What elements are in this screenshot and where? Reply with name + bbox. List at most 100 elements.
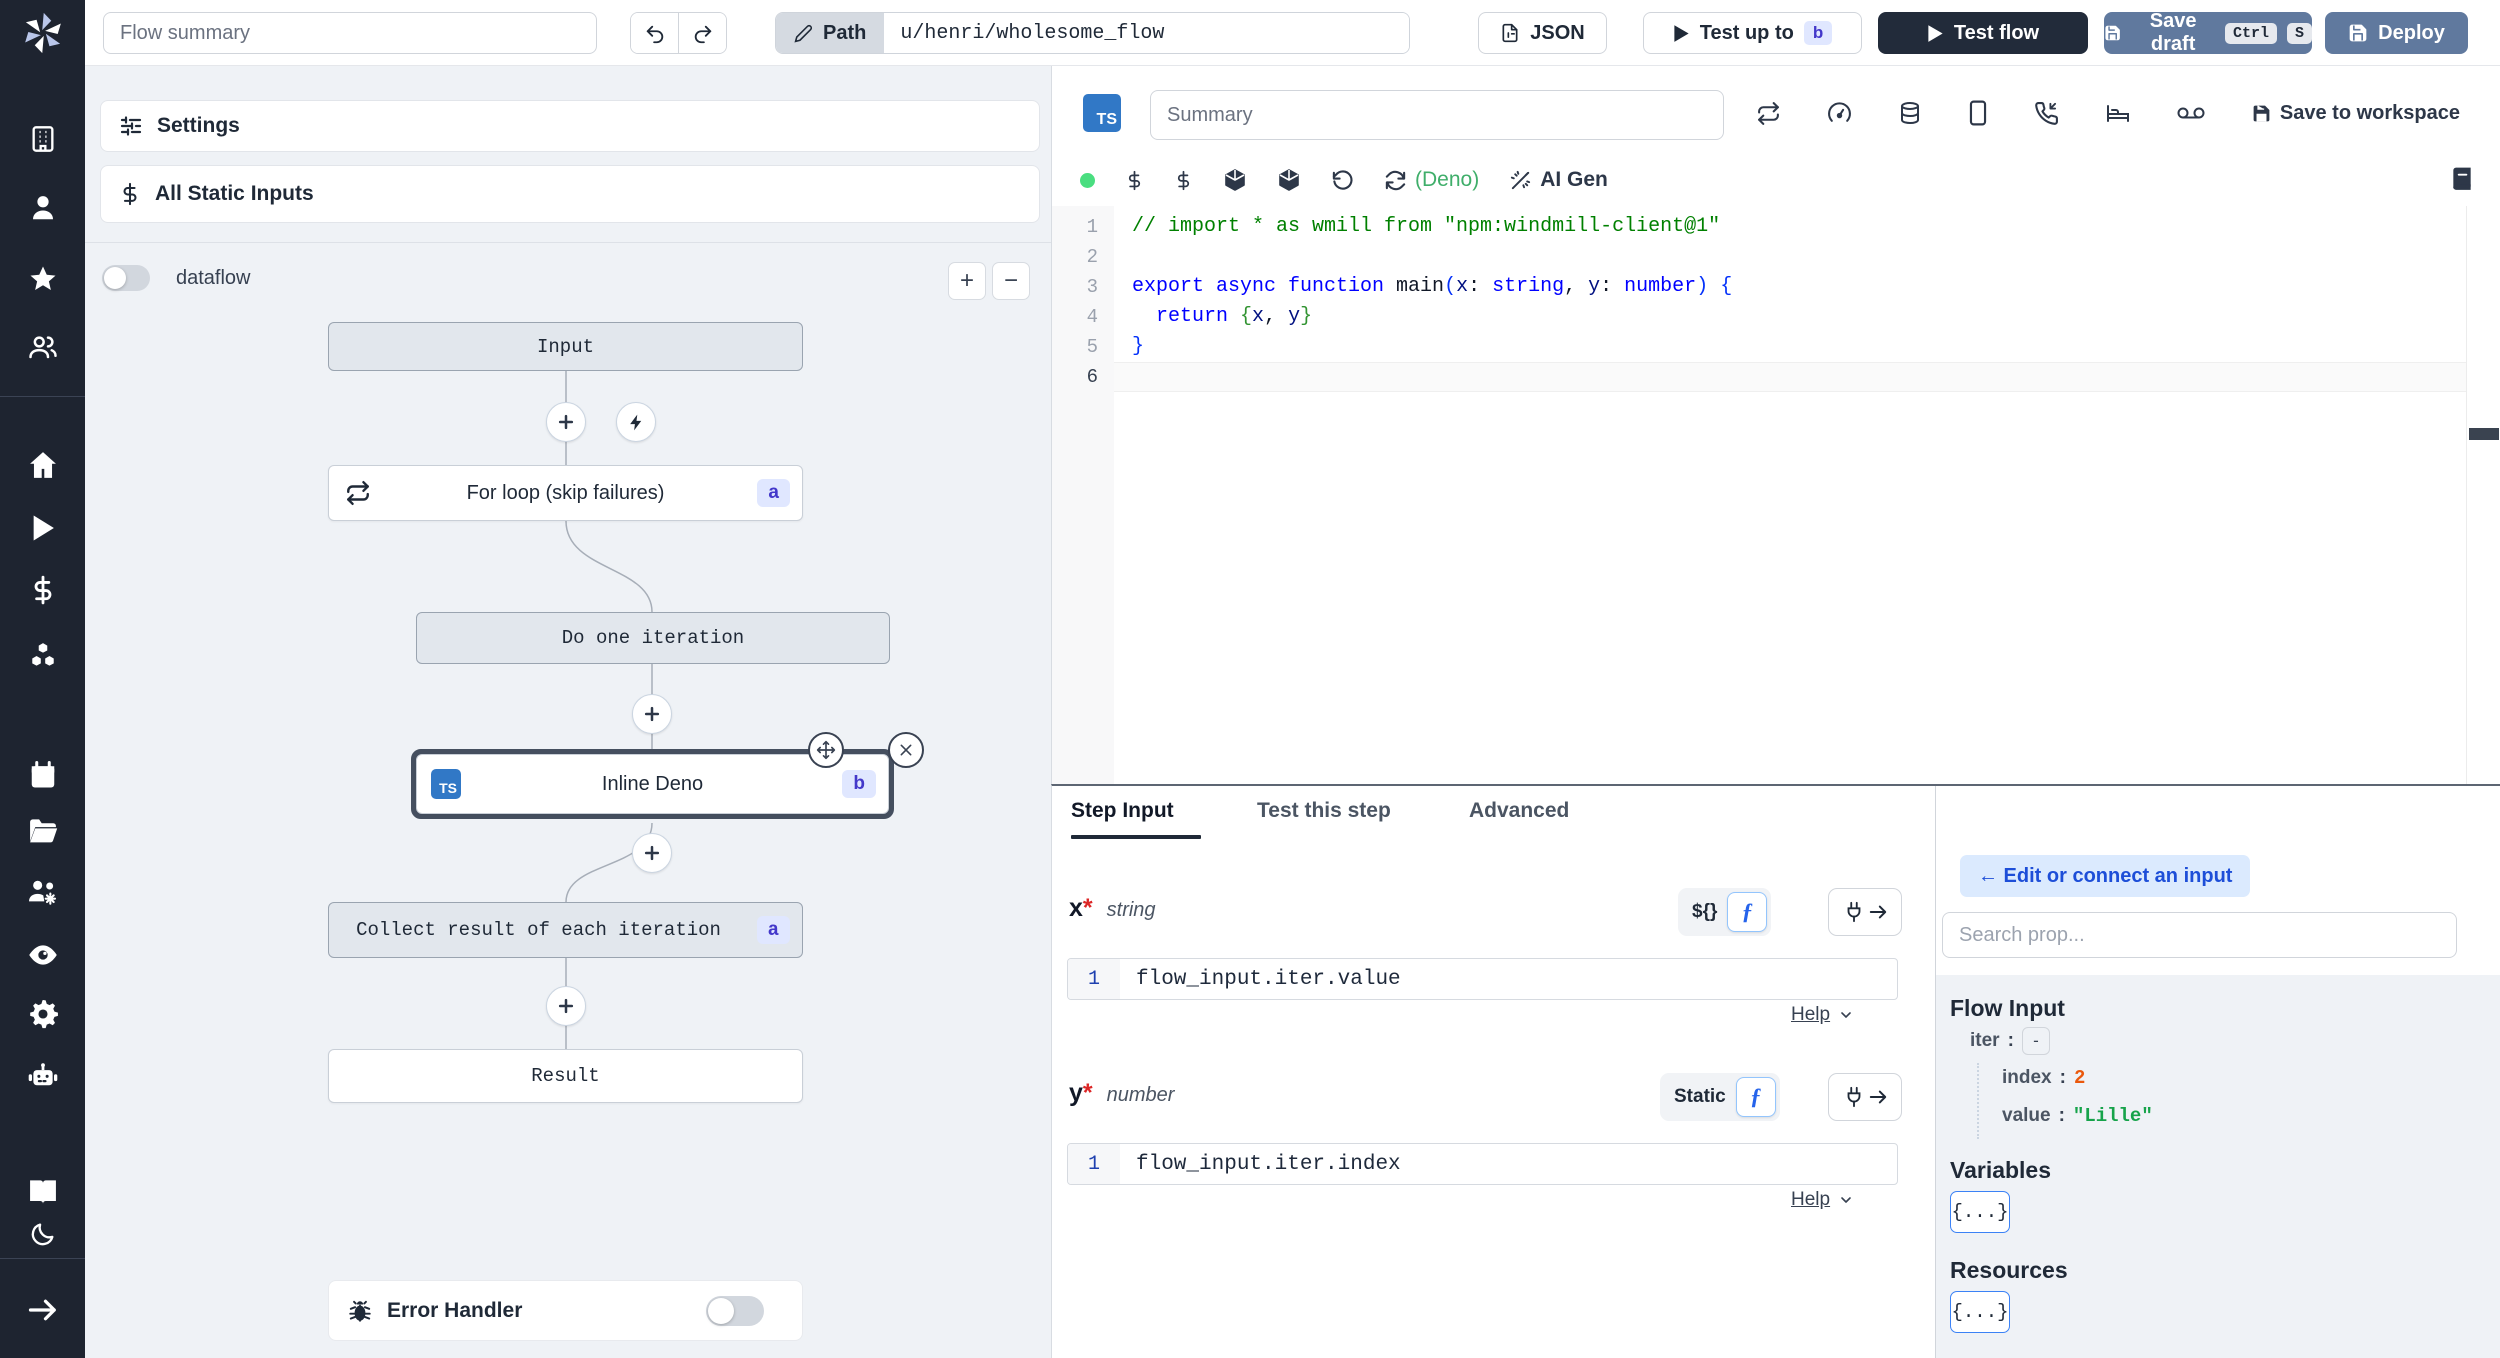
settings-card[interactable]: Settings xyxy=(100,100,1040,152)
arg-y-expression[interactable]: flow_input.iter.index xyxy=(1120,1153,1401,1176)
test-flow-button[interactable]: Test flow xyxy=(1878,12,2088,54)
tab-step-input[interactable]: Step Input xyxy=(1071,799,1174,823)
prop-key-iter[interactable]: iter xyxy=(1970,1030,2000,1052)
path-input[interactable] xyxy=(884,13,1410,53)
arg-y-expression-editor[interactable]: 1 flow_input.iter.index xyxy=(1067,1143,1898,1185)
arg-x-connect-button[interactable] xyxy=(1828,888,1902,936)
prop-value-index[interactable]: 2 xyxy=(2074,1067,2085,1089)
ai-gen-button[interactable]: AI Gen xyxy=(1509,168,1608,192)
tab-test-this-step[interactable]: Test this step xyxy=(1257,799,1391,823)
flow-summary-input[interactable] xyxy=(103,12,597,54)
static-inputs-dollar-button[interactable] xyxy=(1125,169,1144,192)
arg-y-toggle-static-label[interactable]: Static xyxy=(1674,1086,1726,1108)
runs-play-icon[interactable] xyxy=(29,514,57,542)
dark-mode-moon-icon[interactable] xyxy=(29,1220,57,1248)
prop-value-value[interactable]: "Lille" xyxy=(2073,1105,2153,1127)
path-label: Path xyxy=(823,21,867,44)
zoom-in-button[interactable]: + xyxy=(948,262,986,300)
package-button-2[interactable] xyxy=(1277,168,1301,192)
variables-dollar-icon[interactable] xyxy=(29,575,57,605)
lifetime-button[interactable] xyxy=(2177,104,2205,122)
node-result[interactable]: Result xyxy=(328,1049,803,1103)
home-icon[interactable] xyxy=(27,450,58,481)
users-icon[interactable] xyxy=(28,332,58,362)
workspace-icon[interactable] xyxy=(29,125,57,153)
arg-x-toggle-template-label[interactable]: ${} xyxy=(1692,901,1717,923)
error-handler-toggle[interactable] xyxy=(706,1295,764,1326)
mock-button[interactable] xyxy=(1968,100,1988,126)
add-step-button-4[interactable] xyxy=(546,986,586,1026)
node-do-one-iteration[interactable]: Do one iteration xyxy=(416,612,890,664)
arg-y-connect-button[interactable] xyxy=(1828,1073,1902,1121)
node-input[interactable]: Input xyxy=(328,322,803,371)
overview-ruler-thumb[interactable] xyxy=(2469,428,2499,440)
test-up-to-button[interactable]: Test up to b xyxy=(1643,12,1862,54)
user-icon[interactable] xyxy=(28,193,58,223)
arg-x-help-link[interactable]: Help xyxy=(1791,1004,1854,1026)
move-node-handle[interactable] xyxy=(808,732,844,768)
robot-icon[interactable] xyxy=(26,1061,59,1094)
schedules-calendar-icon[interactable] xyxy=(28,760,58,790)
collapse-iter-button[interactable]: - xyxy=(2021,1027,2050,1055)
deploy-button[interactable]: Deploy xyxy=(2325,12,2468,54)
path-badge[interactable]: Path xyxy=(776,13,885,53)
variable-dollar-button[interactable] xyxy=(1174,169,1193,192)
resources-expand-button[interactable]: {...} xyxy=(1950,1291,2010,1333)
audit-eye-icon[interactable] xyxy=(26,939,59,972)
cache-button[interactable] xyxy=(1898,100,1922,126)
arg-x-mode-toggle[interactable]: ${} ƒ xyxy=(1678,888,1772,936)
dataflow-toggle[interactable] xyxy=(102,265,150,291)
node-inline-deno-selected[interactable]: TS Inline Deno b xyxy=(411,732,924,819)
add-trigger-button[interactable] xyxy=(616,402,656,442)
prop-row-value[interactable]: value : "Lille" xyxy=(2002,1105,2153,1127)
prop-key-index[interactable]: index xyxy=(2002,1067,2052,1089)
resources-boxes-icon[interactable] xyxy=(27,640,58,671)
node-for-loop[interactable]: For loop (skip failures) a xyxy=(328,465,803,521)
suspend-button[interactable] xyxy=(2034,101,2059,126)
save-draft-button[interactable]: Save draft Ctrl S xyxy=(2104,10,2312,55)
prop-key-value[interactable]: value xyxy=(2002,1105,2051,1127)
arg-x-expression[interactable]: flow_input.iter.value xyxy=(1120,968,1401,991)
error-handler-card[interactable]: Error Handler xyxy=(328,1280,803,1341)
all-static-inputs-card[interactable]: All Static Inputs xyxy=(100,165,1040,223)
redo-button[interactable] xyxy=(679,13,726,53)
reset-rotate-ccw-button[interactable] xyxy=(1331,169,1354,192)
node-collect-result[interactable]: Collect result of each iteration a xyxy=(328,902,803,958)
arg-y-mode-toggle[interactable]: Static ƒ xyxy=(1660,1073,1780,1121)
json-button[interactable]: JSON xyxy=(1478,12,1607,54)
folders-icon[interactable] xyxy=(27,816,58,847)
expand-arrow-icon[interactable] xyxy=(28,1297,58,1323)
star-icon[interactable] xyxy=(28,264,58,294)
early-stop-gauge-button[interactable] xyxy=(1827,101,1852,126)
arg-x-js-function-button[interactable]: ƒ xyxy=(1727,892,1768,932)
docs-book-icon[interactable] xyxy=(27,1178,58,1207)
arg-y-js-function-button[interactable]: ƒ xyxy=(1735,1077,1776,1117)
arg-x-expression-editor[interactable]: 1 flow_input.iter.value xyxy=(1067,958,1898,1000)
step-summary-input[interactable] xyxy=(1150,90,1724,140)
prop-row-index[interactable]: index : 2 xyxy=(2002,1067,2085,1089)
add-step-button-1[interactable] xyxy=(546,402,586,442)
sleep-button[interactable] xyxy=(2105,101,2131,125)
save-to-workspace-button[interactable]: Save to workspace xyxy=(2251,102,2460,125)
add-step-button-3[interactable] xyxy=(632,833,672,873)
add-step-button-2[interactable] xyxy=(632,694,672,734)
arg-y-help-link[interactable]: Help xyxy=(1791,1189,1854,1211)
reload-language-button[interactable]: (Deno) xyxy=(1384,168,1479,192)
prop-row-iter[interactable]: iter : - xyxy=(1970,1027,2050,1055)
package-button-1[interactable] xyxy=(1223,168,1247,192)
library-book-button[interactable] xyxy=(2449,165,2475,193)
retries-button[interactable] xyxy=(1756,101,1781,126)
search-prop-input[interactable] xyxy=(1942,912,2457,958)
groups-gear-icon[interactable] xyxy=(27,876,59,908)
zoom-out-button[interactable]: − xyxy=(992,262,1030,300)
edit-or-connect-input-button[interactable]: ← Edit or connect an input xyxy=(1960,855,2251,897)
delete-node-button[interactable] xyxy=(888,732,924,768)
tab-advanced[interactable]: Advanced xyxy=(1469,799,1569,823)
line-number: 4 xyxy=(1086,306,1098,328)
code-editor[interactable]: 1 2 3 4 5 6 // import * as wmill from "n… xyxy=(1052,206,2500,784)
zoom-out-label: − xyxy=(1003,267,1018,294)
undo-button[interactable] xyxy=(631,13,678,53)
settings-gear-icon[interactable] xyxy=(27,998,59,1030)
variables-expand-button[interactable]: {...} xyxy=(1950,1191,2010,1233)
windmill-logo[interactable] xyxy=(0,0,85,66)
